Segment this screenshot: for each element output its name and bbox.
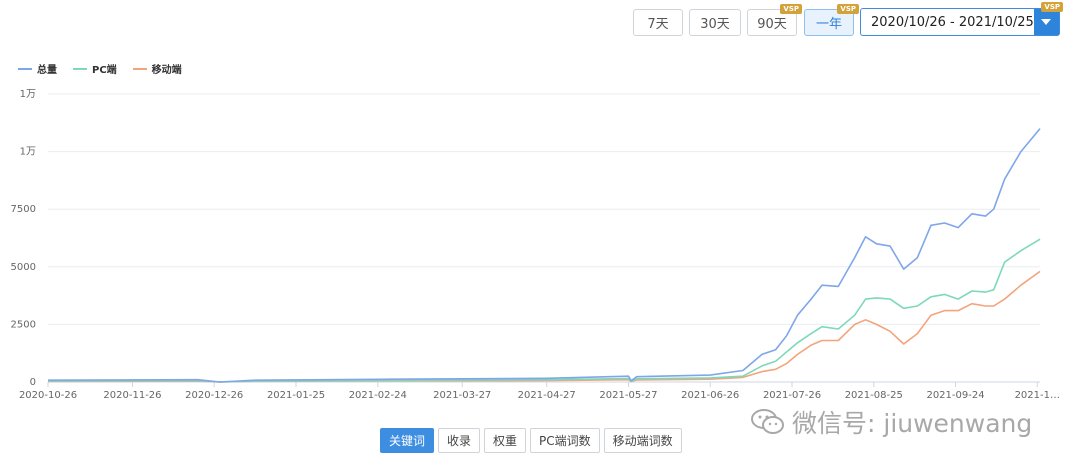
range-30d-label: 30天 xyxy=(700,17,730,32)
x-tick-label: 2021-07-26 xyxy=(763,390,821,401)
series-line-总量 xyxy=(47,128,1041,383)
legend-item-mobile[interactable]: 移动端 xyxy=(132,61,182,76)
y-tick-label: 7500 xyxy=(11,204,36,215)
x-tick-label: 2021-04-27 xyxy=(518,390,576,401)
x-tick-label: 2021-02-24 xyxy=(349,390,407,401)
tab-indexed[interactable]: 收录 xyxy=(438,428,481,453)
watermark-text: 微信号: jiuwenwang xyxy=(792,409,1033,438)
vip-badge: VSP xyxy=(780,4,802,14)
date-range-picker[interactable]: 2020/10/26 - 2021/10/25 VSP xyxy=(860,2,1063,36)
legend-swatch xyxy=(132,67,147,70)
x-tick-label: 2021-09-24 xyxy=(926,390,984,401)
tab-weight[interactable]: 权重 xyxy=(484,428,527,453)
date-range-text: 2020/10/26 - 2021/10/25 xyxy=(871,14,1034,30)
x-tick-label: 2020-11-26 xyxy=(103,390,161,401)
x-tick-label: 2021-03-27 xyxy=(433,390,491,401)
range-7d-button[interactable]: 7天 xyxy=(633,9,683,36)
wechat-icon xyxy=(751,409,784,434)
range-7d-label: 7天 xyxy=(647,17,669,32)
legend-label: PC端 xyxy=(92,65,117,76)
vip-badge: VSP xyxy=(1041,2,1063,12)
tab-pc-keywords[interactable]: PC端词数 xyxy=(530,428,600,453)
y-tick-label: 2500 xyxy=(11,319,36,330)
legend-item-total[interactable]: 总量 xyxy=(18,61,57,76)
chart-legend: 总量 PC端 移动端 xyxy=(18,61,182,76)
range-1y-label: 一年 xyxy=(815,17,842,32)
y-tick-label: 1万 xyxy=(20,89,36,100)
series-line-PC端 xyxy=(47,238,1041,383)
x-tick-label: 2021-06-26 xyxy=(681,390,739,401)
legend-label: 移动端 xyxy=(151,65,182,76)
tab-keywords[interactable]: 关键词 xyxy=(380,428,435,453)
metric-tabs: 关键词 收录 权重 PC端词数 移动端词数 xyxy=(380,428,682,453)
range-1y-button[interactable]: 一年 VSP xyxy=(804,4,859,36)
y-tick-label: 5000 xyxy=(11,262,36,273)
x-tick-label: 2020-12-26 xyxy=(185,390,243,401)
x-tick-label: 2020-10-26 xyxy=(19,390,77,401)
y-tick-label: 0 xyxy=(30,377,36,388)
legend-label: 总量 xyxy=(37,65,57,76)
tab-mobile-keywords[interactable]: 移动端词数 xyxy=(603,428,682,453)
line-chart: 0 2500 5000 7500 1万 1万 2020-10-26 2020-11-26 202… xyxy=(11,89,1060,401)
x-tick-label: 2021-01-25 xyxy=(267,390,325,401)
wechat-watermark: 微信号: jiuwenwang xyxy=(750,404,1032,440)
x-tick-label: 2021-1… xyxy=(1015,390,1060,401)
range-30d-button[interactable]: 30天 xyxy=(689,9,741,36)
legend-swatch xyxy=(73,67,87,70)
x-tick-label: 2021-08-25 xyxy=(845,390,903,401)
legend-item-pc[interactable]: PC端 xyxy=(73,61,117,76)
x-tick-label: 2021-05-27 xyxy=(599,390,657,401)
vip-badge: VSP xyxy=(837,4,859,14)
series-line-移动端 xyxy=(47,270,1041,383)
legend-swatch xyxy=(18,67,32,70)
range-90d-button[interactable]: 90天 VSP xyxy=(747,4,802,36)
range-90d-label: 90天 xyxy=(757,17,787,32)
chevron-down-icon xyxy=(1041,19,1052,25)
date-range-dropdown-button[interactable]: VSP xyxy=(1033,2,1063,35)
y-tick-label: 1万 xyxy=(20,147,36,158)
